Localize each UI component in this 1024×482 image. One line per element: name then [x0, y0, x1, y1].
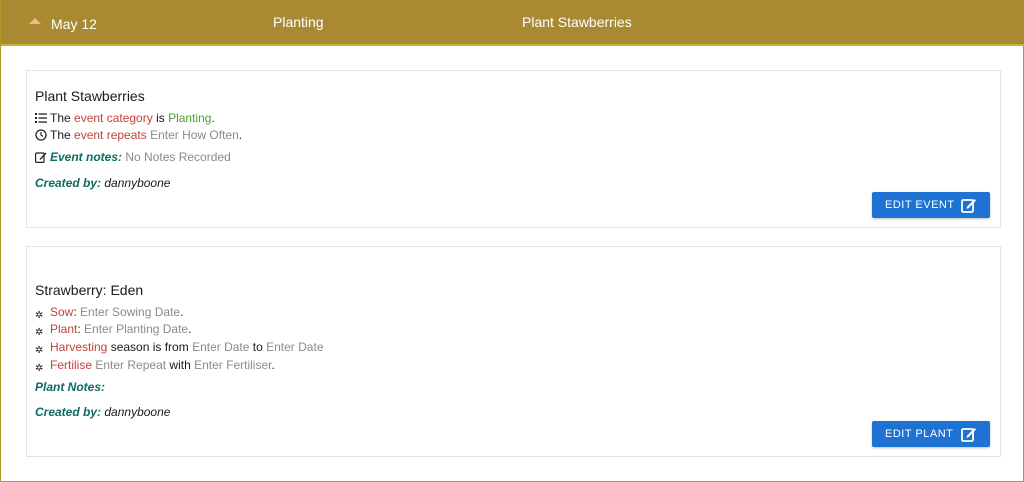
- plant-value[interactable]: Enter Planting Date: [84, 322, 188, 336]
- fertilise-with-word: with: [166, 358, 195, 372]
- harvest-mid: season is from: [107, 340, 193, 354]
- gear-icon: ✲: [35, 363, 44, 374]
- header-category: Planting: [273, 14, 324, 30]
- sow-key: Sow: [50, 305, 74, 319]
- text-suffix: .: [211, 111, 215, 125]
- gear-icon: ✲: [35, 310, 44, 321]
- plant-notes-label: Plant Notes:: [35, 380, 106, 394]
- gear-icon: ✲: [35, 345, 44, 356]
- edit-icon: [961, 428, 976, 442]
- event-notes-line: Event notes: No Notes Recorded: [35, 150, 231, 164]
- edit-plant-button[interactable]: EDIT PLANT: [872, 421, 990, 447]
- created-by-user: dannyboone: [104, 176, 171, 190]
- created-by-label: Created by:: [35, 405, 102, 419]
- event-header[interactable]: May 12 Planting Plant Stawberries: [1, 0, 1024, 46]
- plant-notes-line: Plant Notes:: [35, 380, 105, 394]
- header-title: Plant Stawberries: [522, 14, 632, 30]
- harvest-to-word: to: [249, 340, 267, 354]
- harvest-to[interactable]: Enter Date: [266, 340, 323, 354]
- plant-suffix: .: [188, 322, 192, 336]
- event-notes-label: Event notes:: [50, 150, 123, 164]
- plant-created-line: Created by: dannyboone: [35, 405, 170, 419]
- edit-icon: [961, 199, 976, 213]
- edit-event-label: EDIT EVENT: [885, 199, 955, 211]
- fertilise-key: Fertilise: [50, 358, 93, 372]
- plant-key: Plant: [50, 322, 78, 336]
- edit-plant-label: EDIT PLANT: [885, 428, 954, 440]
- app-frame: May 12 Planting Plant Stawberries Plant …: [0, 0, 1024, 482]
- event-category-key: event category: [74, 111, 153, 125]
- plant-plant-line: ✲ Plant: Enter Planting Date.: [35, 322, 191, 339]
- edit-note-icon: [35, 152, 47, 163]
- plant-sep: :: [77, 322, 81, 336]
- fertilise-value[interactable]: Enter Repeat: [95, 358, 166, 372]
- text-prefix: The: [50, 111, 75, 125]
- event-repeat-key: event repeats: [74, 128, 147, 142]
- event-title: Plant Stawberries: [35, 88, 145, 104]
- gear-icon: ✲: [35, 327, 44, 338]
- harvest-from[interactable]: Enter Date: [192, 340, 249, 354]
- text-prefix: The: [50, 128, 75, 142]
- harvest-key: Harvesting: [50, 340, 108, 354]
- event-repeat-line: The event repeats Enter How Often.: [35, 128, 242, 142]
- event-category-line: The event category is Planting.: [35, 111, 215, 125]
- text-suffix: .: [238, 128, 243, 142]
- event-repeat-value[interactable]: Enter How Often: [150, 128, 239, 142]
- plant-fertilise-line: ✲ Fertilise Enter Repeat with Enter Ferti…: [35, 358, 275, 375]
- header-date: May 12: [51, 16, 97, 32]
- plant-harvest-line: ✲ Harvesting season is from Enter Date to…: [35, 340, 324, 357]
- event-notes-value: No Notes Recorded: [125, 150, 231, 164]
- sow-suffix: .: [180, 305, 184, 319]
- plant-sow-line: ✲ Sow: Enter Sowing Date.: [35, 305, 183, 322]
- edit-event-button[interactable]: EDIT EVENT: [872, 192, 990, 218]
- clock-icon: [35, 129, 47, 141]
- fertilise-suffix: .: [271, 358, 275, 372]
- list-icon: [35, 113, 47, 123]
- plant-title: Strawberry: Eden: [35, 282, 144, 298]
- plant-card: Strawberry: Eden ✲ Sow: Enter Sowing Date…: [26, 246, 1001, 457]
- created-by-label: Created by:: [35, 176, 102, 190]
- event-created-line: Created by: dannyboone: [35, 176, 170, 190]
- text-mid: is: [152, 111, 169, 125]
- sow-value[interactable]: Enter Sowing Date: [80, 305, 180, 319]
- created-by-user: dannyboone: [104, 405, 171, 419]
- event-card: Plant Stawberries The event category is …: [26, 70, 1001, 228]
- fertilise-with[interactable]: Enter Fertiliser: [194, 358, 271, 372]
- sow-sep: :: [73, 305, 77, 319]
- event-category-value: Planting: [168, 111, 212, 125]
- caret-up-icon[interactable]: [29, 18, 41, 24]
